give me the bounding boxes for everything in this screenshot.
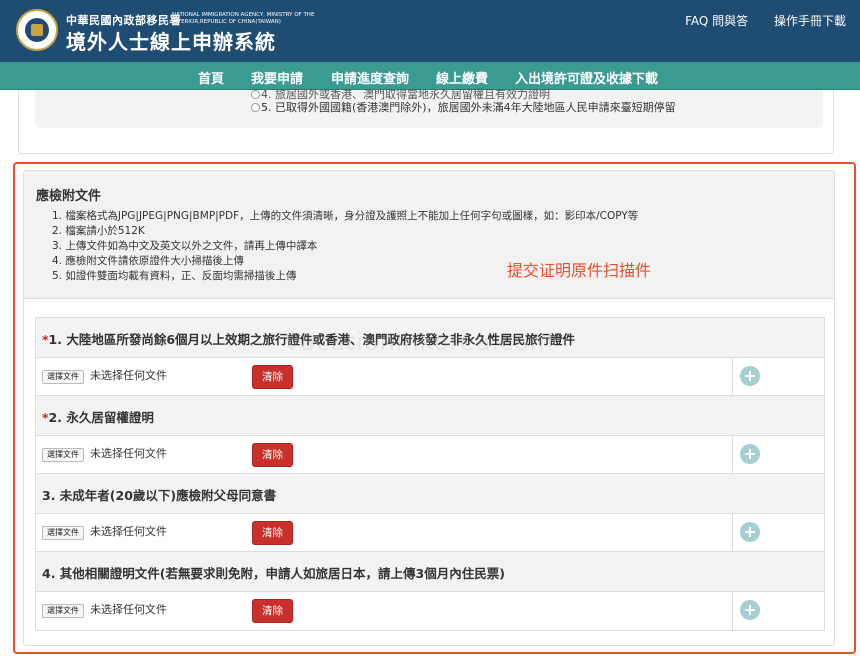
highlighted-upload-section: 應檢附文件 1. 檔案格式為JPG|JPEG|PNG|BMP|PDF，上傳的文件…: [13, 162, 856, 654]
upload-item-4: 4. 其他相關證明文件(若無要求則免附，申請人如旅居日本，請上傳3個月內住民票)…: [35, 551, 825, 631]
documents-title: 應檢附文件: [36, 189, 102, 204]
manual-download-link[interactable]: 操作手冊下載: [774, 14, 846, 28]
row-divider: [732, 358, 733, 396]
rule-2: 2. 檔案請小於512K: [52, 225, 145, 237]
radio-option-5[interactable]: [251, 103, 260, 112]
upload-item-title: 4. 其他相關證明文件(若無要求則免附，申請人如旅居日本，請上傳3個月內住民票): [36, 552, 824, 592]
add-file-icon[interactable]: [740, 444, 760, 464]
option-5: 5. 已取得外國國籍(香港澳門除外)，旅居國外未滿4年大陸地區人民申請來臺短期停…: [251, 99, 676, 115]
row-divider: [732, 592, 733, 630]
nav-home[interactable]: 首頁: [198, 68, 224, 87]
upload-item-3: 3. 未成年者(20歲以下)應檢附父母同意書 選擇文件 未选择任何文件 清除: [35, 473, 825, 553]
nav-payment[interactable]: 線上繳費: [436, 68, 488, 87]
site-header: 中華民國內政部移民署 NATIONAL IMMIGRATION AGENCY, …: [0, 0, 860, 62]
row-divider: [732, 514, 733, 552]
clear-button[interactable]: 清除: [252, 365, 293, 389]
upload-row: 選擇文件 未选择任何文件 清除: [36, 514, 824, 552]
row-divider: [732, 436, 733, 474]
previous-section: 4. 旅居國外或香港、澳門取得當地永久居留權且有效力證明 5. 已取得外國國籍(…: [18, 88, 834, 154]
upload-row: 選擇文件 未选择任何文件 清除: [36, 358, 824, 396]
upload-item-title: 3. 未成年者(20歲以下)應檢附父母同意書: [36, 474, 824, 514]
system-title: 境外人士線上申辦系統: [66, 30, 276, 54]
choose-file-button[interactable]: 選擇文件: [42, 526, 84, 540]
agency-logo[interactable]: [16, 9, 58, 51]
add-file-icon[interactable]: [740, 600, 760, 620]
emblem-icon: [25, 18, 49, 42]
upload-row: 選擇文件 未选择任何文件 清除: [36, 592, 824, 630]
upload-item-2: *2. 永久居留權證明 選擇文件 未选择任何文件 清除: [35, 395, 825, 475]
watermark: vacationinkorea.com: [285, 328, 555, 356]
nav-apply[interactable]: 我要申請: [251, 68, 303, 87]
file-status: 未选择任何文件: [90, 369, 167, 382]
choose-file-button[interactable]: 選擇文件: [42, 448, 84, 462]
annotation-text: 提交证明原件扫描件: [507, 261, 652, 280]
faq-link[interactable]: FAQ 問與答: [685, 14, 748, 28]
file-status: 未选择任何文件: [90, 447, 167, 460]
rule-3: 3. 上傳文件如為中文及英文以外之文件，請再上傳中譯本: [52, 240, 318, 252]
add-file-icon[interactable]: [740, 522, 760, 542]
documents-panel: 應檢附文件 1. 檔案格式為JPG|JPEG|PNG|BMP|PDF，上傳的文件…: [23, 170, 835, 646]
agency-name-en: NATIONAL IMMIGRATION AGENCY, MINISTRY OF…: [172, 12, 315, 25]
choose-file-button[interactable]: 選擇文件: [42, 370, 84, 384]
documents-header: 應檢附文件 1. 檔案格式為JPG|JPEG|PNG|BMP|PDF，上傳的文件…: [24, 171, 834, 299]
nav-permit-download[interactable]: 入出境許可證及收據下載: [515, 68, 658, 87]
nav-progress[interactable]: 申請進度查詢: [331, 68, 409, 87]
rule-1: 1. 檔案格式為JPG|JPEG|PNG|BMP|PDF，上傳的文件須清晰，身分…: [52, 210, 639, 222]
upload-row: 選擇文件 未选择任何文件 清除: [36, 436, 824, 474]
choose-file-button[interactable]: 選擇文件: [42, 604, 84, 618]
add-file-icon[interactable]: [740, 366, 760, 386]
radio-option-4[interactable]: [251, 90, 260, 99]
clear-button[interactable]: 清除: [252, 443, 293, 467]
file-status: 未选择任何文件: [90, 603, 167, 616]
upload-item-title: *2. 永久居留權證明: [36, 396, 824, 436]
file-status: 未选择任何文件: [90, 525, 167, 538]
top-links: FAQ 問與答 操作手冊下載: [663, 12, 846, 29]
clear-button[interactable]: 清除: [252, 599, 293, 623]
clear-button[interactable]: 清除: [252, 521, 293, 545]
